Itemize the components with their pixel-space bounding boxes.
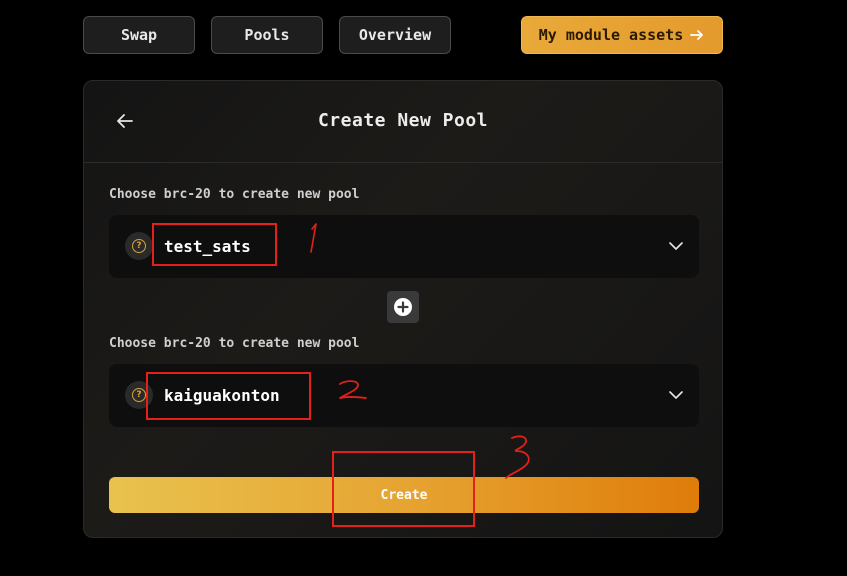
chevron-down-icon bbox=[669, 391, 683, 399]
arrow-right-icon bbox=[690, 30, 704, 40]
annotation-box-3 bbox=[332, 451, 475, 527]
plus-circle-icon bbox=[394, 298, 412, 316]
swap-tab-button[interactable]: Swap bbox=[83, 16, 195, 54]
annotation-number-1 bbox=[310, 223, 317, 253]
pools-tab-button[interactable]: Pools bbox=[211, 16, 323, 54]
my-module-assets-button[interactable]: My module assets bbox=[521, 16, 723, 54]
add-token-button[interactable] bbox=[387, 291, 419, 323]
annotation-number-2 bbox=[339, 380, 367, 399]
my-module-assets-label: My module assets bbox=[538, 26, 684, 44]
card-header: Create New Pool bbox=[84, 81, 722, 163]
question-icon: ? bbox=[125, 232, 153, 260]
annotation-number-3 bbox=[505, 435, 530, 479]
first-token-label: Choose brc-20 to create new pool bbox=[109, 187, 360, 202]
page-title: Create New Pool bbox=[317, 110, 489, 131]
chevron-down-icon bbox=[669, 242, 683, 250]
annotation-box-1 bbox=[152, 223, 277, 266]
top-nav: Swap Pools Overview My module assets bbox=[83, 16, 723, 56]
overview-tab-button[interactable]: Overview bbox=[339, 16, 451, 54]
annotation-box-2 bbox=[146, 372, 311, 420]
second-token-label: Choose brc-20 to create new pool bbox=[109, 336, 360, 351]
